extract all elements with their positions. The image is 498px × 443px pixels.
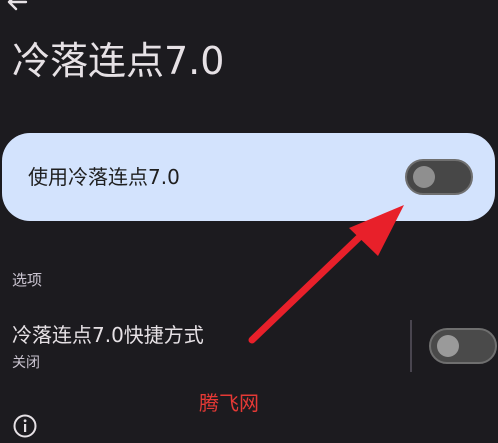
red-arrow-icon <box>248 205 404 344</box>
